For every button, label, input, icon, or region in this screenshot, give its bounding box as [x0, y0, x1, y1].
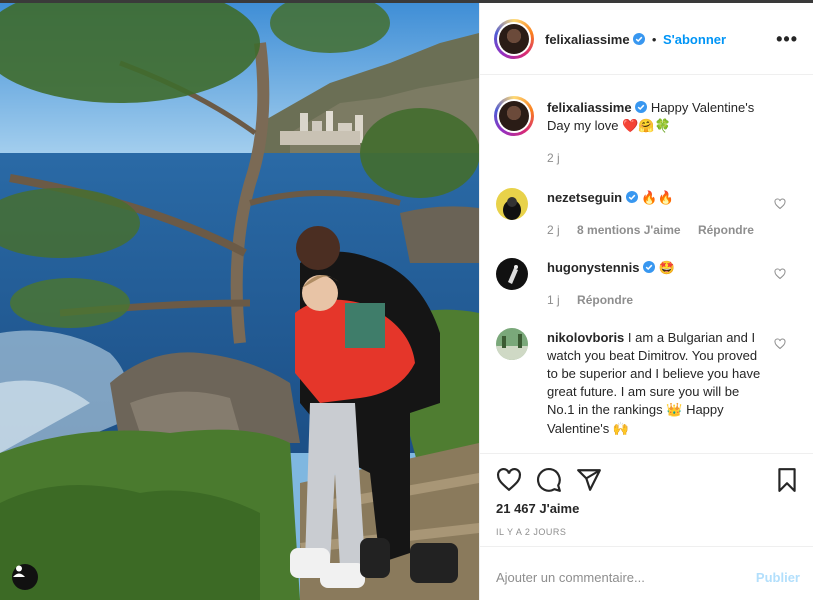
verified-icon	[625, 191, 638, 203]
comment-likes[interactable]: 8 mentions J'aime	[577, 223, 681, 237]
separator-dot: •	[651, 32, 657, 47]
share-icon[interactable]	[576, 467, 602, 493]
comment-time[interactable]: 2 j	[547, 223, 560, 237]
reply-button[interactable]: Répondre	[698, 223, 754, 237]
tag-user-icon[interactable]	[12, 564, 38, 590]
reply-button[interactable]: Répondre	[577, 293, 633, 307]
comment-emoji-crown: 👑	[666, 403, 683, 418]
bookmark-icon[interactable]	[774, 467, 800, 493]
post-actions: 21 467 J'aime IL Y A 2 JOURS	[480, 453, 813, 546]
add-comment-bar: Ajouter un commentaire... Publier	[480, 546, 813, 600]
comment-icon[interactable]	[536, 467, 562, 493]
likes-count[interactable]: 21 467 J'aime	[496, 501, 579, 516]
more-icon[interactable]: •••	[776, 29, 798, 50]
comment-input[interactable]: Ajouter un commentaire...	[496, 570, 645, 585]
like-comment-heart-icon[interactable]	[774, 338, 786, 350]
post-photo[interactable]	[0, 3, 479, 600]
comment-username[interactable]: nikolovboris	[547, 330, 624, 345]
comment-avatar[interactable]	[496, 188, 528, 220]
author-avatar[interactable]	[494, 19, 534, 59]
comment-username[interactable]: nezetseguin	[547, 190, 622, 205]
verified-icon	[643, 261, 656, 273]
post-sidebar: felixaliassime • S'abonner ••• felixalia…	[479, 3, 813, 600]
like-comment-heart-icon[interactable]	[774, 268, 786, 280]
caption-emojis: ❤️🤗🍀	[622, 119, 671, 134]
comment-emojis: 🤩	[658, 261, 675, 276]
comment-time[interactable]: 1 j	[547, 293, 560, 307]
comment-avatar[interactable]	[496, 258, 528, 290]
publish-button[interactable]: Publier	[756, 570, 800, 585]
photo-illustration	[0, 3, 479, 600]
heart-icon[interactable]	[496, 467, 522, 493]
caption-time[interactable]: 2 j	[547, 151, 560, 165]
caption-username[interactable]: felixaliassime	[547, 100, 632, 115]
comment-emoji-end: 🙌	[612, 422, 630, 437]
caption-avatar[interactable]	[494, 96, 534, 136]
comment-emojis: 🔥🔥	[641, 191, 674, 206]
comment-username[interactable]: hugonystennis	[547, 260, 639, 275]
comment-avatar[interactable]	[496, 328, 528, 360]
comments-list: felixaliassime Happy Valentine's Day my …	[480, 76, 813, 453]
post-header: felixaliassime • S'abonner •••	[480, 3, 813, 75]
like-comment-heart-icon[interactable]	[774, 198, 786, 210]
verified-icon	[633, 33, 646, 45]
author-username[interactable]: felixaliassime	[545, 32, 630, 47]
follow-button[interactable]: S'abonner	[663, 32, 726, 47]
post-time[interactable]: IL Y A 2 JOURS	[496, 527, 566, 537]
verified-icon	[635, 101, 648, 113]
